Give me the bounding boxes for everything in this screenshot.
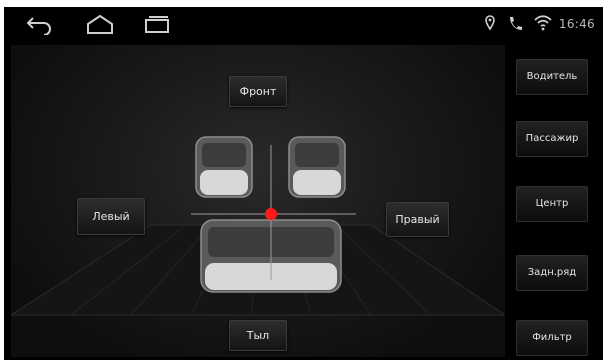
status-time: 16:46 [558,17,595,31]
side-button-driver[interactable]: Водитель [516,59,588,95]
side-button-label: Задн.ряд [527,267,577,278]
back-icon[interactable] [24,13,54,36]
side-button-label: Водитель [526,71,578,82]
side-button-passenger[interactable]: Пассажир [516,121,588,157]
side-button-label: Пассажир [525,133,579,144]
front-button[interactable]: Фронт [229,76,287,107]
location-icon [485,15,495,31]
left-label: Левый [92,210,130,223]
front-left-seat [195,136,253,198]
side-button-filter[interactable]: Фильтр [516,320,588,356]
side-button-label: Фильтр [532,332,572,343]
head-unit-screen: 16:46 Фронт Левый Правый Тыл Водитель Па… [4,7,603,360]
right-label: Правый [395,213,440,226]
front-label: Фронт [239,85,277,98]
rear-button[interactable]: Тыл [229,320,287,351]
left-button[interactable]: Левый [77,198,145,235]
rear-label: Тыл [246,329,270,342]
side-menu: Водитель Пассажир Центр Задн.ряд Фильтр [509,45,603,360]
wifi-icon [534,15,552,31]
phone-icon [508,15,522,31]
home-icon[interactable] [85,13,115,35]
status-bar: 16:46 [4,7,603,41]
balance-stage[interactable]: Фронт Левый Правый Тыл [11,45,505,357]
side-button-rear-row[interactable]: Задн.ряд [516,255,588,291]
balance-focus-point[interactable] [265,208,277,220]
right-button[interactable]: Правый [386,202,449,237]
recent-apps-icon[interactable] [142,13,172,35]
side-button-label: Центр [535,198,569,209]
side-button-center[interactable]: Центр [516,186,588,222]
front-right-seat [288,136,346,198]
